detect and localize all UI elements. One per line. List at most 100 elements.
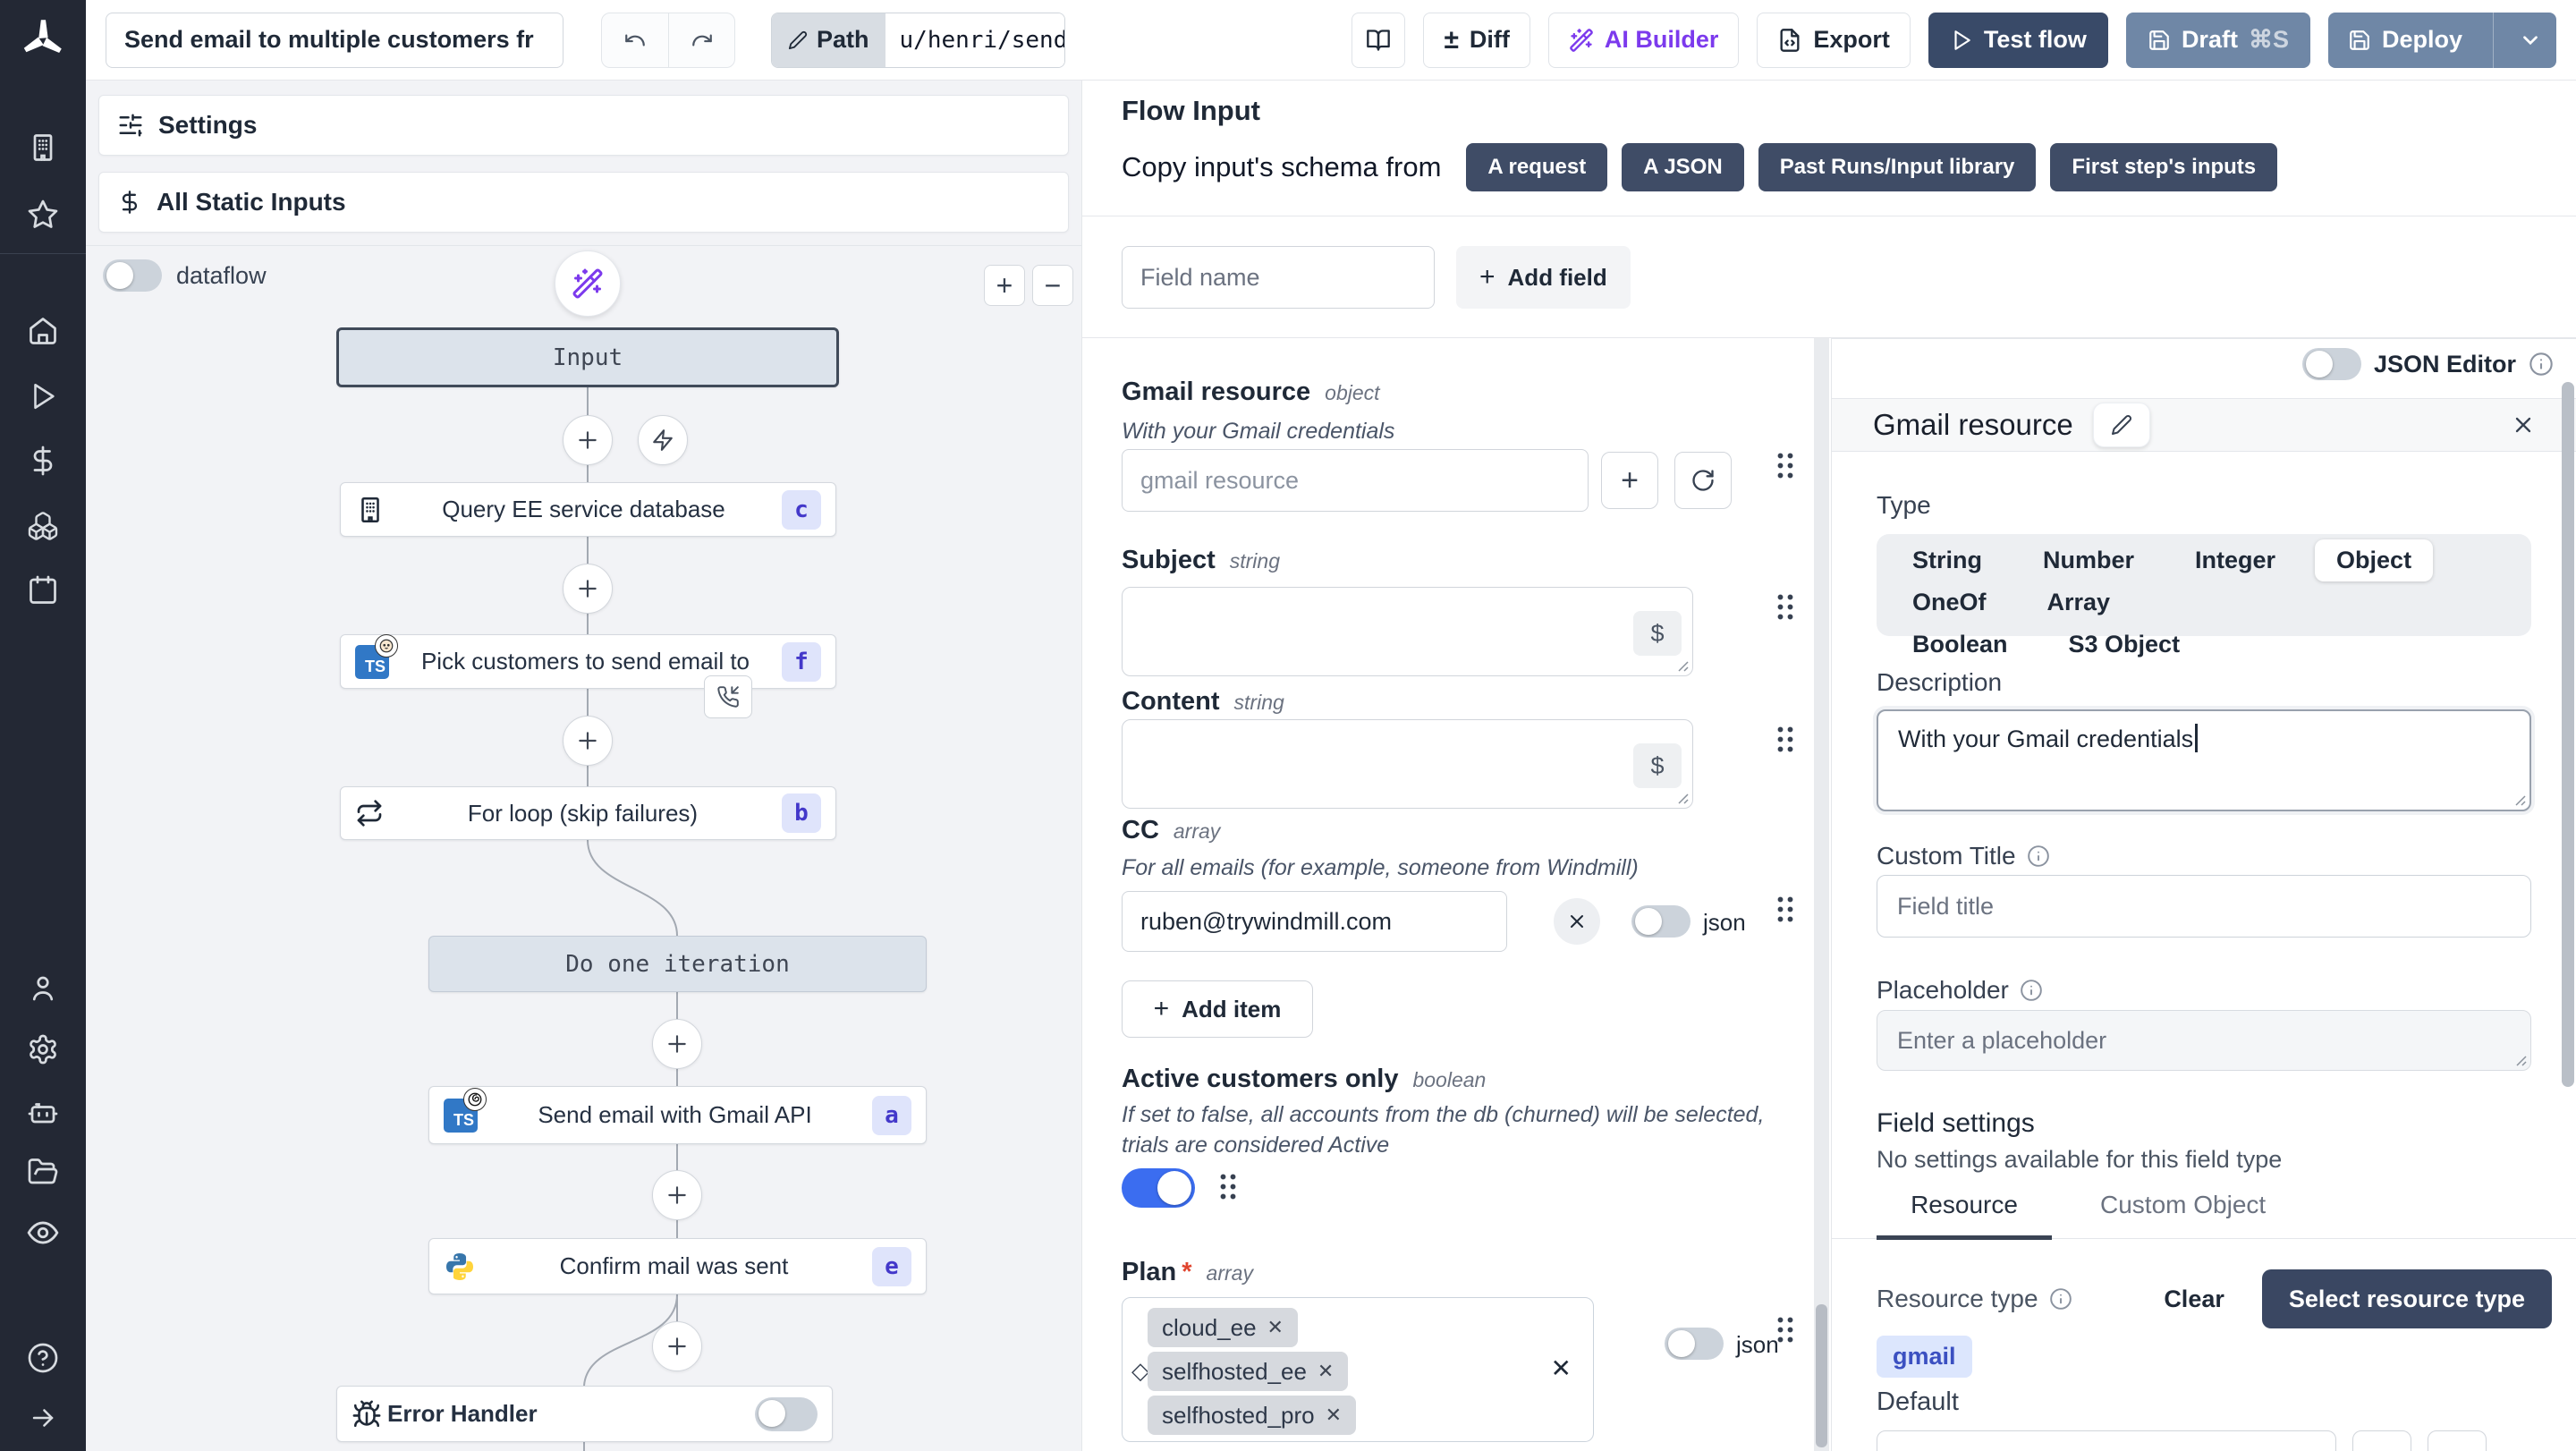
sort-diamond-icon[interactable]: ◇ bbox=[1131, 1357, 1149, 1385]
gmail-resource-input[interactable] bbox=[1122, 449, 1589, 512]
workspace-building-icon[interactable] bbox=[27, 132, 59, 164]
tab-resource[interactable]: Resource bbox=[1877, 1191, 2052, 1240]
type-option-boolean[interactable]: Boolean bbox=[1891, 624, 2029, 666]
edit-field-name-button[interactable] bbox=[2093, 403, 2150, 447]
resize-handle[interactable] bbox=[1674, 658, 1689, 672]
cc-json-toggle[interactable] bbox=[1631, 905, 1690, 938]
refresh-resource-button[interactable] bbox=[1674, 452, 1732, 509]
add-step-button[interactable] bbox=[563, 415, 613, 465]
flow-node-input[interactable]: Input bbox=[336, 327, 839, 387]
flow-node-send-email[interactable]: TS Send email with Gmail API a bbox=[428, 1086, 927, 1144]
test-flow-button[interactable]: Test flow bbox=[1928, 13, 2108, 68]
docs-button[interactable] bbox=[1352, 13, 1405, 68]
add-cc-item-button[interactable]: +Add item bbox=[1122, 980, 1313, 1038]
flow-node-query[interactable]: Query EE service database c bbox=[340, 482, 836, 537]
diff-button[interactable]: ±Diff bbox=[1423, 13, 1530, 68]
variable-picker-button[interactable]: $ bbox=[1633, 743, 1682, 788]
resize-handle[interactable] bbox=[1674, 790, 1689, 804]
add-trigger-button[interactable] bbox=[638, 415, 688, 465]
scrollbar-thumb[interactable] bbox=[1816, 1304, 1827, 1447]
custom-title-input[interactable] bbox=[1877, 875, 2531, 938]
drag-handle[interactable] bbox=[1775, 895, 1795, 925]
drag-handle[interactable] bbox=[1775, 725, 1795, 755]
windmill-logo-icon[interactable] bbox=[0, 0, 86, 81]
ai-builder-button[interactable]: AI Builder bbox=[1548, 13, 1740, 68]
schema-from-first-step-button[interactable]: First step's inputs bbox=[2050, 143, 2277, 191]
plan-tag[interactable]: cloud_ee✕ bbox=[1148, 1308, 1298, 1347]
plan-multiselect[interactable]: ◇ cloud_ee✕ selfhosted_ee✕ selfhosted_pr… bbox=[1122, 1297, 1594, 1442]
subject-textarea[interactable]: $ bbox=[1122, 587, 1693, 676]
help-icon[interactable] bbox=[27, 1342, 59, 1374]
refresh-default-resource-button[interactable] bbox=[2428, 1430, 2487, 1451]
schema-scrollbar-thumb[interactable] bbox=[2562, 382, 2574, 1087]
collapse-arrow-icon[interactable] bbox=[28, 1403, 58, 1433]
tag-input[interactable] bbox=[1391, 1393, 1534, 1438]
clear-tags-icon[interactable]: ✕ bbox=[1551, 1353, 1572, 1383]
type-option-string[interactable]: String bbox=[1891, 539, 2004, 581]
drag-handle[interactable] bbox=[1775, 592, 1795, 623]
redo-button[interactable] bbox=[668, 13, 734, 67]
ai-bot-icon[interactable] bbox=[27, 1095, 59, 1127]
schedules-calendar-icon[interactable] bbox=[27, 574, 59, 607]
add-resource-button[interactable]: + bbox=[1601, 452, 1658, 509]
add-step-button[interactable] bbox=[563, 564, 613, 614]
resource-type-badge[interactable]: gmail bbox=[1877, 1336, 1972, 1378]
flow-node-iteration[interactable]: Do one iteration bbox=[428, 936, 927, 992]
drag-handle[interactable] bbox=[1218, 1172, 1238, 1202]
type-option-integer[interactable]: Integer bbox=[2174, 539, 2297, 581]
add-step-button[interactable] bbox=[652, 1019, 702, 1069]
flow-node-error-handler[interactable]: Error Handler bbox=[336, 1386, 833, 1442]
type-option-object-selected[interactable]: Object bbox=[2315, 539, 2433, 581]
runs-play-icon[interactable] bbox=[28, 381, 58, 412]
folders-icon[interactable] bbox=[27, 1156, 59, 1188]
path-chip[interactable]: Path u/henri/send_em bbox=[771, 13, 1065, 68]
audit-eye-icon[interactable] bbox=[26, 1216, 60, 1250]
flow-node-confirm[interactable]: Confirm mail was sent e bbox=[428, 1238, 927, 1294]
undo-button[interactable] bbox=[602, 13, 668, 67]
tab-custom-object[interactable]: Custom Object bbox=[2100, 1191, 2266, 1219]
schema-from-past-runs-button[interactable]: Past Runs/Input library bbox=[1758, 143, 2037, 191]
schema-from-json-button[interactable]: A JSON bbox=[1622, 143, 1743, 191]
plan-tag[interactable]: selfhosted_pro✕ bbox=[1148, 1396, 1356, 1435]
flow-node-pick-customers[interactable]: TS Pick customers to send email to f bbox=[340, 634, 836, 689]
default-resource-input[interactable] bbox=[1877, 1430, 2336, 1451]
resources-boxes-icon[interactable] bbox=[27, 510, 59, 542]
description-textarea[interactable]: With your Gmail credentials bbox=[1877, 709, 2531, 811]
close-panel-button[interactable] bbox=[2511, 412, 2536, 437]
remove-tag-icon[interactable]: ✕ bbox=[1318, 1360, 1334, 1383]
export-button[interactable]: Export bbox=[1757, 13, 1911, 68]
remove-cc-item-button[interactable] bbox=[1554, 898, 1600, 945]
plan-json-toggle[interactable] bbox=[1665, 1328, 1724, 1360]
placeholder-textarea[interactable]: Enter a placeholder bbox=[1877, 1010, 2531, 1071]
resize-handle[interactable] bbox=[2512, 1052, 2527, 1066]
select-resource-type-button[interactable]: Select resource type bbox=[2262, 1269, 2552, 1328]
home-icon[interactable] bbox=[27, 315, 59, 347]
settings-gear-icon[interactable] bbox=[27, 1033, 59, 1065]
path-value[interactable]: u/henri/send_em bbox=[886, 13, 1064, 67]
add-field-button[interactable]: +Add field bbox=[1456, 246, 1631, 309]
add-default-resource-button[interactable]: + bbox=[2352, 1430, 2411, 1451]
remove-tag-icon[interactable]: ✕ bbox=[1267, 1316, 1284, 1339]
deploy-button[interactable]: Deploy bbox=[2328, 13, 2556, 68]
remove-tag-icon[interactable]: ✕ bbox=[1326, 1404, 1342, 1427]
content-textarea[interactable]: $ bbox=[1122, 719, 1693, 809]
add-step-button[interactable] bbox=[652, 1321, 702, 1371]
form-scrollbar[interactable] bbox=[1814, 338, 1829, 1451]
favorites-star-icon[interactable] bbox=[27, 199, 59, 231]
users-icon[interactable] bbox=[27, 972, 59, 1005]
deploy-dropdown[interactable] bbox=[2504, 13, 2556, 68]
type-option-array[interactable]: Array bbox=[2026, 581, 2132, 624]
draft-button[interactable]: Draft⌘S bbox=[2126, 13, 2310, 68]
type-option-s3object[interactable]: S3 Object bbox=[2047, 624, 2202, 666]
error-handler-toggle[interactable] bbox=[755, 1397, 818, 1431]
drag-handle[interactable] bbox=[1775, 451, 1795, 481]
variables-dollar-icon[interactable] bbox=[27, 445, 59, 477]
clear-resource-button[interactable]: Clear bbox=[2164, 1286, 2224, 1313]
schema-from-request-button[interactable]: A request bbox=[1466, 143, 1607, 191]
add-step-button[interactable] bbox=[563, 716, 613, 766]
plan-tag[interactable]: selfhosted_ee✕ bbox=[1148, 1352, 1348, 1391]
active-customers-toggle[interactable] bbox=[1122, 1168, 1195, 1208]
drag-handle[interactable] bbox=[1775, 1315, 1795, 1345]
cache-phone-incoming-icon[interactable] bbox=[704, 675, 752, 718]
flow-title-input[interactable] bbox=[106, 13, 564, 68]
